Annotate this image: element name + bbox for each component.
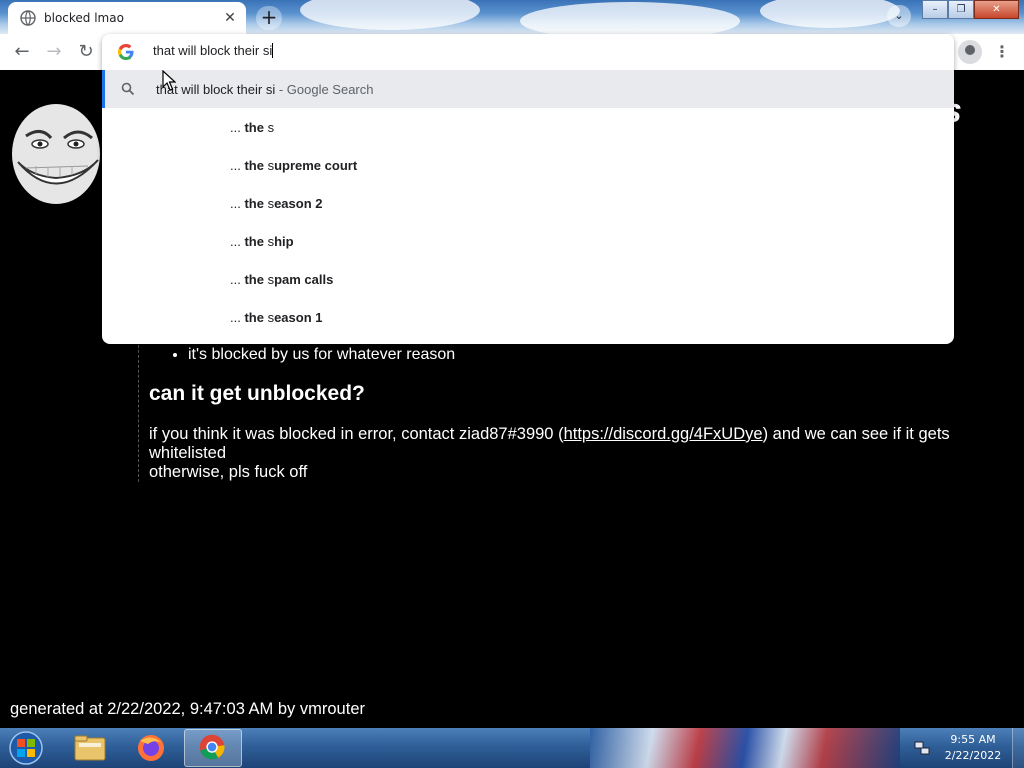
address-input-value: that will block their si [153, 43, 273, 58]
search-icon [121, 82, 135, 96]
wallpaper-cloud [520, 2, 740, 34]
clock-date: 2/22/2022 [944, 749, 1002, 762]
google-g-icon [118, 44, 134, 60]
unblock-heading: can it get unblocked? [149, 382, 365, 405]
close-window-button[interactable]: ✕ [974, 0, 1019, 19]
new-tab-button[interactable]: + [256, 6, 282, 30]
generated-footer: generated at 2/22/2022, 9:47:03 AM by vm… [10, 700, 365, 718]
clock-time: 9:55 AM [950, 733, 996, 746]
omnibox-suggestion[interactable]: ... the supreme court [102, 146, 954, 184]
omnibox-suggestion[interactable]: ... the s [102, 108, 954, 146]
close-tab-icon[interactable]: ✕ [222, 10, 238, 26]
discord-link[interactable]: https://discord.gg/4FxUDye [564, 425, 763, 443]
firefox-icon [138, 735, 164, 761]
unblock-paragraph: if you think it was blocked in error, co… [149, 425, 1021, 482]
reason-list: it's blocked by us for whatever reason [188, 346, 455, 364]
wallpaper-art [590, 728, 900, 768]
chrome-menu-button[interactable]: ⋮ [994, 40, 1010, 64]
tab-title: blocked lmao [44, 11, 124, 25]
suggestion-text: that will block their si - Google Search [156, 82, 374, 97]
tab-search-button[interactable]: ⌄ [887, 5, 911, 27]
wallpaper-cloud [760, 0, 900, 28]
suggestion-text: ... the spam calls [230, 272, 333, 287]
suggestion-bold: the [244, 195, 268, 211]
window-controls: – ❐ ✕ [922, 0, 1019, 19]
suggestion-text: ... the season 2 [230, 196, 323, 211]
suggestion-text: ... the s [230, 120, 274, 135]
suggestion-text: ... the ship [230, 234, 294, 249]
windows-start-icon[interactable] [6, 730, 46, 766]
suggestion-bold: eason 1 [274, 309, 323, 325]
taskbar-firefox[interactable] [122, 729, 180, 767]
chrome-icon [199, 734, 225, 760]
address-input[interactable]: that will block their si [153, 43, 274, 58]
suggestion-plain: s [267, 119, 275, 135]
forward-button[interactable]: → [42, 40, 66, 64]
suggestion-bold: the [244, 233, 268, 249]
suggestion-bold: hip [274, 233, 294, 249]
suggestion-bold: eason 2 [274, 195, 323, 211]
back-button[interactable]: ← [10, 40, 34, 64]
paragraph-text: if you think it was blocked in error, co… [149, 425, 564, 443]
paragraph-text: otherwise, pls fuck off [149, 463, 308, 481]
reload-button[interactable]: ↻ [74, 40, 98, 64]
suggestion-prefix: ... [230, 157, 245, 173]
windows-taskbar: 9:55 AM 2/22/2022 [0, 728, 1024, 768]
minimize-button[interactable]: – [922, 0, 948, 19]
suggestion-bold: the [244, 157, 268, 173]
network-icon[interactable] [914, 740, 930, 756]
profile-avatar-icon[interactable] [958, 40, 982, 64]
wallpaper-cloud [300, 0, 480, 30]
omnibox-suggestion[interactable]: ... the ship [102, 222, 954, 260]
omnibox-suggestion[interactable]: ... the season 1 [102, 298, 954, 336]
folder-icon [74, 735, 106, 761]
list-item: it's blocked by us for whatever reason [188, 346, 455, 364]
system-clock[interactable]: 9:55 AM 2/22/2022 [938, 732, 1008, 764]
trollface-logo [12, 104, 100, 204]
suggestion-text: ... the supreme court [230, 158, 357, 173]
suggestion-prefix: ... [230, 271, 245, 287]
suggestion-prefix: ... [230, 233, 245, 249]
omnibox-suggestion[interactable]: ... the season 2 [102, 184, 954, 222]
suggestion-bold: the [244, 119, 268, 135]
suggestion-bold: the [244, 271, 268, 287]
mouse-cursor-icon [162, 70, 176, 91]
content-divider [138, 340, 139, 482]
suggestion-text: ... the season 1 [230, 310, 323, 325]
taskbar-chrome[interactable] [184, 729, 242, 767]
browser-titlebar: blocked lmao ✕ + ⌄ – ❐ ✕ [0, 0, 1024, 34]
text-caret [272, 43, 274, 58]
show-desktop-button[interactable] [1012, 728, 1024, 768]
suggestion-prefix: ... [230, 309, 245, 325]
address-bar[interactable]: that will block their si [102, 34, 954, 70]
suggestion-prefix: ... [230, 119, 245, 135]
suggestion-suffix: - Google Search [275, 81, 374, 97]
omnibox-suggestion-search[interactable]: that will block their si - Google Search [102, 70, 954, 108]
suggestion-bold: pam calls [274, 271, 334, 287]
taskbar-explorer[interactable] [60, 729, 118, 767]
suggestion-bold: upreme court [274, 157, 358, 173]
omnibox-suggestion[interactable]: ... the spam calls [102, 260, 954, 298]
suggestion-prefix: ... [230, 195, 245, 211]
omnibox-dropdown: that will block their si that will block… [102, 34, 954, 344]
maximize-button[interactable]: ❐ [948, 0, 974, 19]
suggestion-bold: the [244, 309, 268, 325]
globe-icon [20, 10, 36, 26]
browser-tab[interactable]: blocked lmao ✕ [8, 2, 246, 34]
